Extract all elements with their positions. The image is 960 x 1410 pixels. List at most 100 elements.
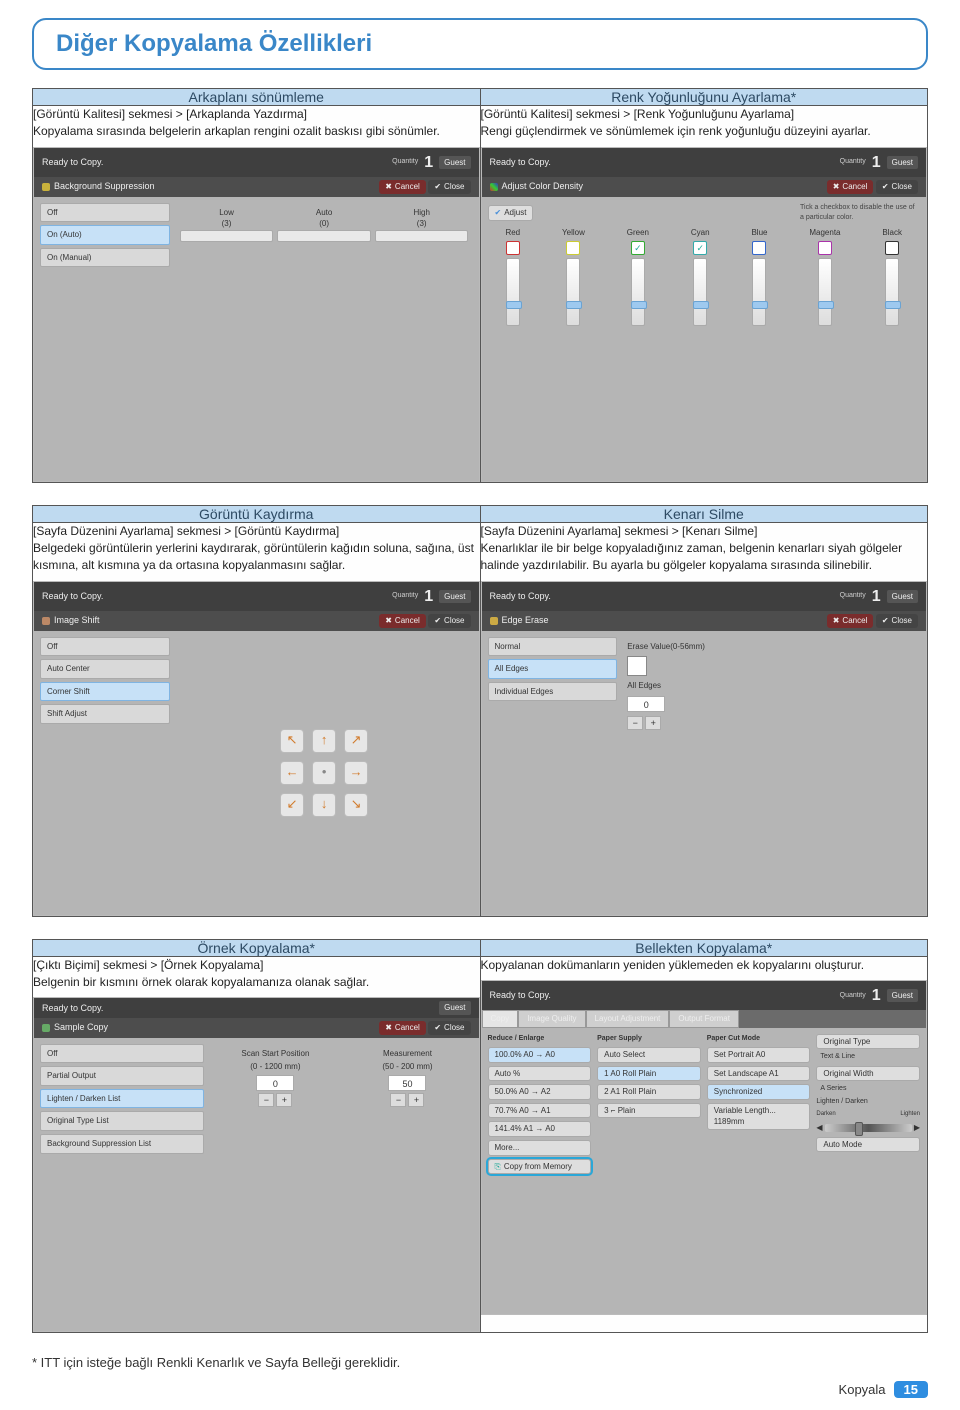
opt-off[interactable]: Off: [40, 203, 170, 223]
arrow-sw[interactable]: ↙: [280, 793, 304, 817]
quantity-label: Quantity: [392, 157, 418, 167]
cut-landscape[interactable]: Set Landscape A1: [707, 1066, 811, 1082]
desc-copy-memory: Kopyalanan dokümanların yeniden yüklemed…: [481, 957, 928, 974]
cancel-button[interactable]: ✖ Cancel: [379, 180, 426, 194]
ck-magenta[interactable]: [818, 241, 832, 255]
plus-button[interactable]: +: [276, 1093, 292, 1107]
screenshot-copy-memory: Ready to Copy. Quantity1Guest Copy Image…: [481, 980, 928, 1315]
col-cut-mode: Paper Cut Mode: [707, 1034, 811, 1044]
desc-bg-suppress: [Görüntü Kalitesi] sekmesi > [Arkaplanda…: [33, 106, 480, 141]
bar-adjust-color: Adjust Color Density: [502, 180, 584, 193]
tip-text: Tick a checkbox to disable the use of a …: [800, 203, 920, 223]
opt-corner-shift[interactable]: Corner Shift: [40, 682, 170, 702]
close-button[interactable]: ✔ Close: [428, 614, 470, 628]
auto-mode[interactable]: Auto Mode: [816, 1137, 920, 1153]
ck-red[interactable]: [506, 241, 520, 255]
minus-button[interactable]: −: [627, 716, 643, 730]
opt-sample-off[interactable]: Off: [40, 1044, 204, 1064]
darken-left[interactable]: ◀: [816, 1122, 822, 1134]
color-green: Green: [627, 227, 649, 239]
arrow-e[interactable]: →: [344, 761, 368, 785]
cancel-button[interactable]: ✖ Cancel: [827, 180, 874, 194]
item-50[interactable]: 50.0% A0 → A2: [488, 1084, 592, 1100]
copy-from-memory[interactable]: ⎘Copy from Memory: [488, 1159, 592, 1175]
item-100[interactable]: 100.0% A0 → A0: [488, 1047, 592, 1063]
ck-cyan[interactable]: ✓: [693, 241, 707, 255]
paper-3[interactable]: 3 ⌐ Plain: [597, 1103, 701, 1119]
opt-shift-off[interactable]: Off: [40, 637, 170, 657]
arrow-nw[interactable]: ↖: [280, 729, 304, 753]
col-low: Low: [180, 207, 274, 219]
cut-sync[interactable]: Synchronized: [707, 1084, 811, 1100]
cancel-button[interactable]: ✖ Cancel: [827, 614, 874, 628]
item-141[interactable]: 141.4% A1 → A0: [488, 1121, 592, 1137]
opt-erase-all[interactable]: All Edges: [488, 659, 618, 679]
head-copy-memory: Bellekten Kopyalama*: [480, 939, 928, 956]
plus-button[interactable]: +: [408, 1093, 424, 1107]
tab-output[interactable]: Output Format: [669, 1010, 739, 1028]
col-paper-supply: Paper Supply: [597, 1034, 701, 1044]
orig-width[interactable]: Original Width: [816, 1066, 920, 1082]
minus-button[interactable]: −: [390, 1093, 406, 1107]
minus-button[interactable]: −: [258, 1093, 274, 1107]
head-bg-suppress: Arkaplanı sönümleme: [33, 89, 481, 106]
opt-on-manual[interactable]: On (Manual): [40, 248, 170, 268]
close-button[interactable]: ✔ Close: [428, 180, 470, 194]
opt-bg-suppress-list[interactable]: Background Suppression List: [40, 1134, 204, 1154]
tab-copy[interactable]: Copy: [482, 1010, 519, 1028]
page-title-box: Diğer Kopyalama Özellikleri: [32, 18, 928, 70]
tab-image-quality[interactable]: Image Quality: [518, 1010, 585, 1028]
ready-label: Ready to Copy.: [42, 156, 103, 169]
color-yellow: Yellow: [562, 227, 585, 239]
opt-erase-individual[interactable]: Individual Edges: [488, 682, 618, 702]
all-edges-label: All Edges: [627, 680, 661, 692]
close-button[interactable]: ✔ Close: [876, 180, 918, 194]
arrow-n[interactable]: ↑: [312, 729, 336, 753]
item-more[interactable]: More...: [488, 1140, 592, 1156]
feature-table-row1: Arkaplanı sönümleme Renk Yoğunluğunu Aya…: [32, 88, 928, 483]
opt-partial[interactable]: Partial Output: [40, 1066, 204, 1086]
opt-on-auto[interactable]: On (Auto): [40, 225, 170, 245]
desc-sample-copy: [Çıktı Biçimi] sekmesi > [Örnek Kopyalam…: [33, 957, 480, 992]
opt-lighten-darken[interactable]: Lighten / Darken List: [40, 1089, 204, 1109]
color-cyan: Cyan: [691, 227, 710, 239]
cut-portrait[interactable]: Set Portrait A0: [707, 1047, 811, 1063]
cancel-button[interactable]: ✖ Cancel: [379, 614, 426, 628]
cancel-button[interactable]: ✖ Cancel: [379, 1021, 426, 1035]
screenshot-color-density: Ready to Copy. Quantity1Guest Adjust Col…: [481, 147, 928, 482]
feature-table-row3: Örnek Kopyalama* Bellekten Kopyalama* [Ç…: [32, 939, 928, 1334]
ck-green[interactable]: ✓: [631, 241, 645, 255]
darken-slider[interactable]: [825, 1124, 912, 1132]
arrow-se[interactable]: ↘: [344, 793, 368, 817]
col-auto: Auto: [277, 207, 371, 219]
close-button[interactable]: ✔ Close: [428, 1021, 470, 1035]
color-magenta: Magenta: [809, 227, 840, 239]
arrow-center[interactable]: •: [312, 761, 336, 785]
col-reduce-enlarge: Reduce / Enlarge: [488, 1034, 592, 1044]
opt-original-type[interactable]: Original Type List: [40, 1111, 204, 1131]
item-auto[interactable]: Auto %: [488, 1066, 592, 1082]
close-button[interactable]: ✔ Close: [876, 614, 918, 628]
arrow-w[interactable]: ←: [280, 761, 304, 785]
adjust-pill[interactable]: ✔Adjust: [488, 205, 534, 221]
arrow-s[interactable]: ↓: [312, 793, 336, 817]
item-70[interactable]: 70.7% A0 → A1: [488, 1103, 592, 1119]
ck-blue[interactable]: [752, 241, 766, 255]
tab-layout[interactable]: Layout Adjustment: [586, 1010, 670, 1028]
paper-a1[interactable]: 2 A1 Roll Plain: [597, 1084, 701, 1100]
head-color-density: Renk Yoğunluğunu Ayarlama*: [480, 89, 928, 106]
arrow-ne[interactable]: ↗: [344, 729, 368, 753]
cut-variable[interactable]: Variable Length... 1189mm: [707, 1103, 811, 1130]
orig-type[interactable]: Original Type: [816, 1034, 920, 1050]
erase-value: 0: [627, 696, 665, 712]
paper-a0[interactable]: 1 A0 Roll Plain: [597, 1066, 701, 1082]
darken-right[interactable]: ▶: [914, 1122, 920, 1134]
ck-black[interactable]: [885, 241, 899, 255]
plus-button[interactable]: +: [645, 716, 661, 730]
opt-erase-normal[interactable]: Normal: [488, 637, 618, 657]
ck-yellow[interactable]: [566, 241, 580, 255]
opt-auto-center[interactable]: Auto Center: [40, 659, 170, 679]
opt-shift-adjust[interactable]: Shift Adjust: [40, 704, 170, 724]
paper-auto[interactable]: Auto Select: [597, 1047, 701, 1063]
feature-table-row2: Görüntü Kaydırma Kenarı Silme [Sayfa Düz…: [32, 505, 928, 917]
